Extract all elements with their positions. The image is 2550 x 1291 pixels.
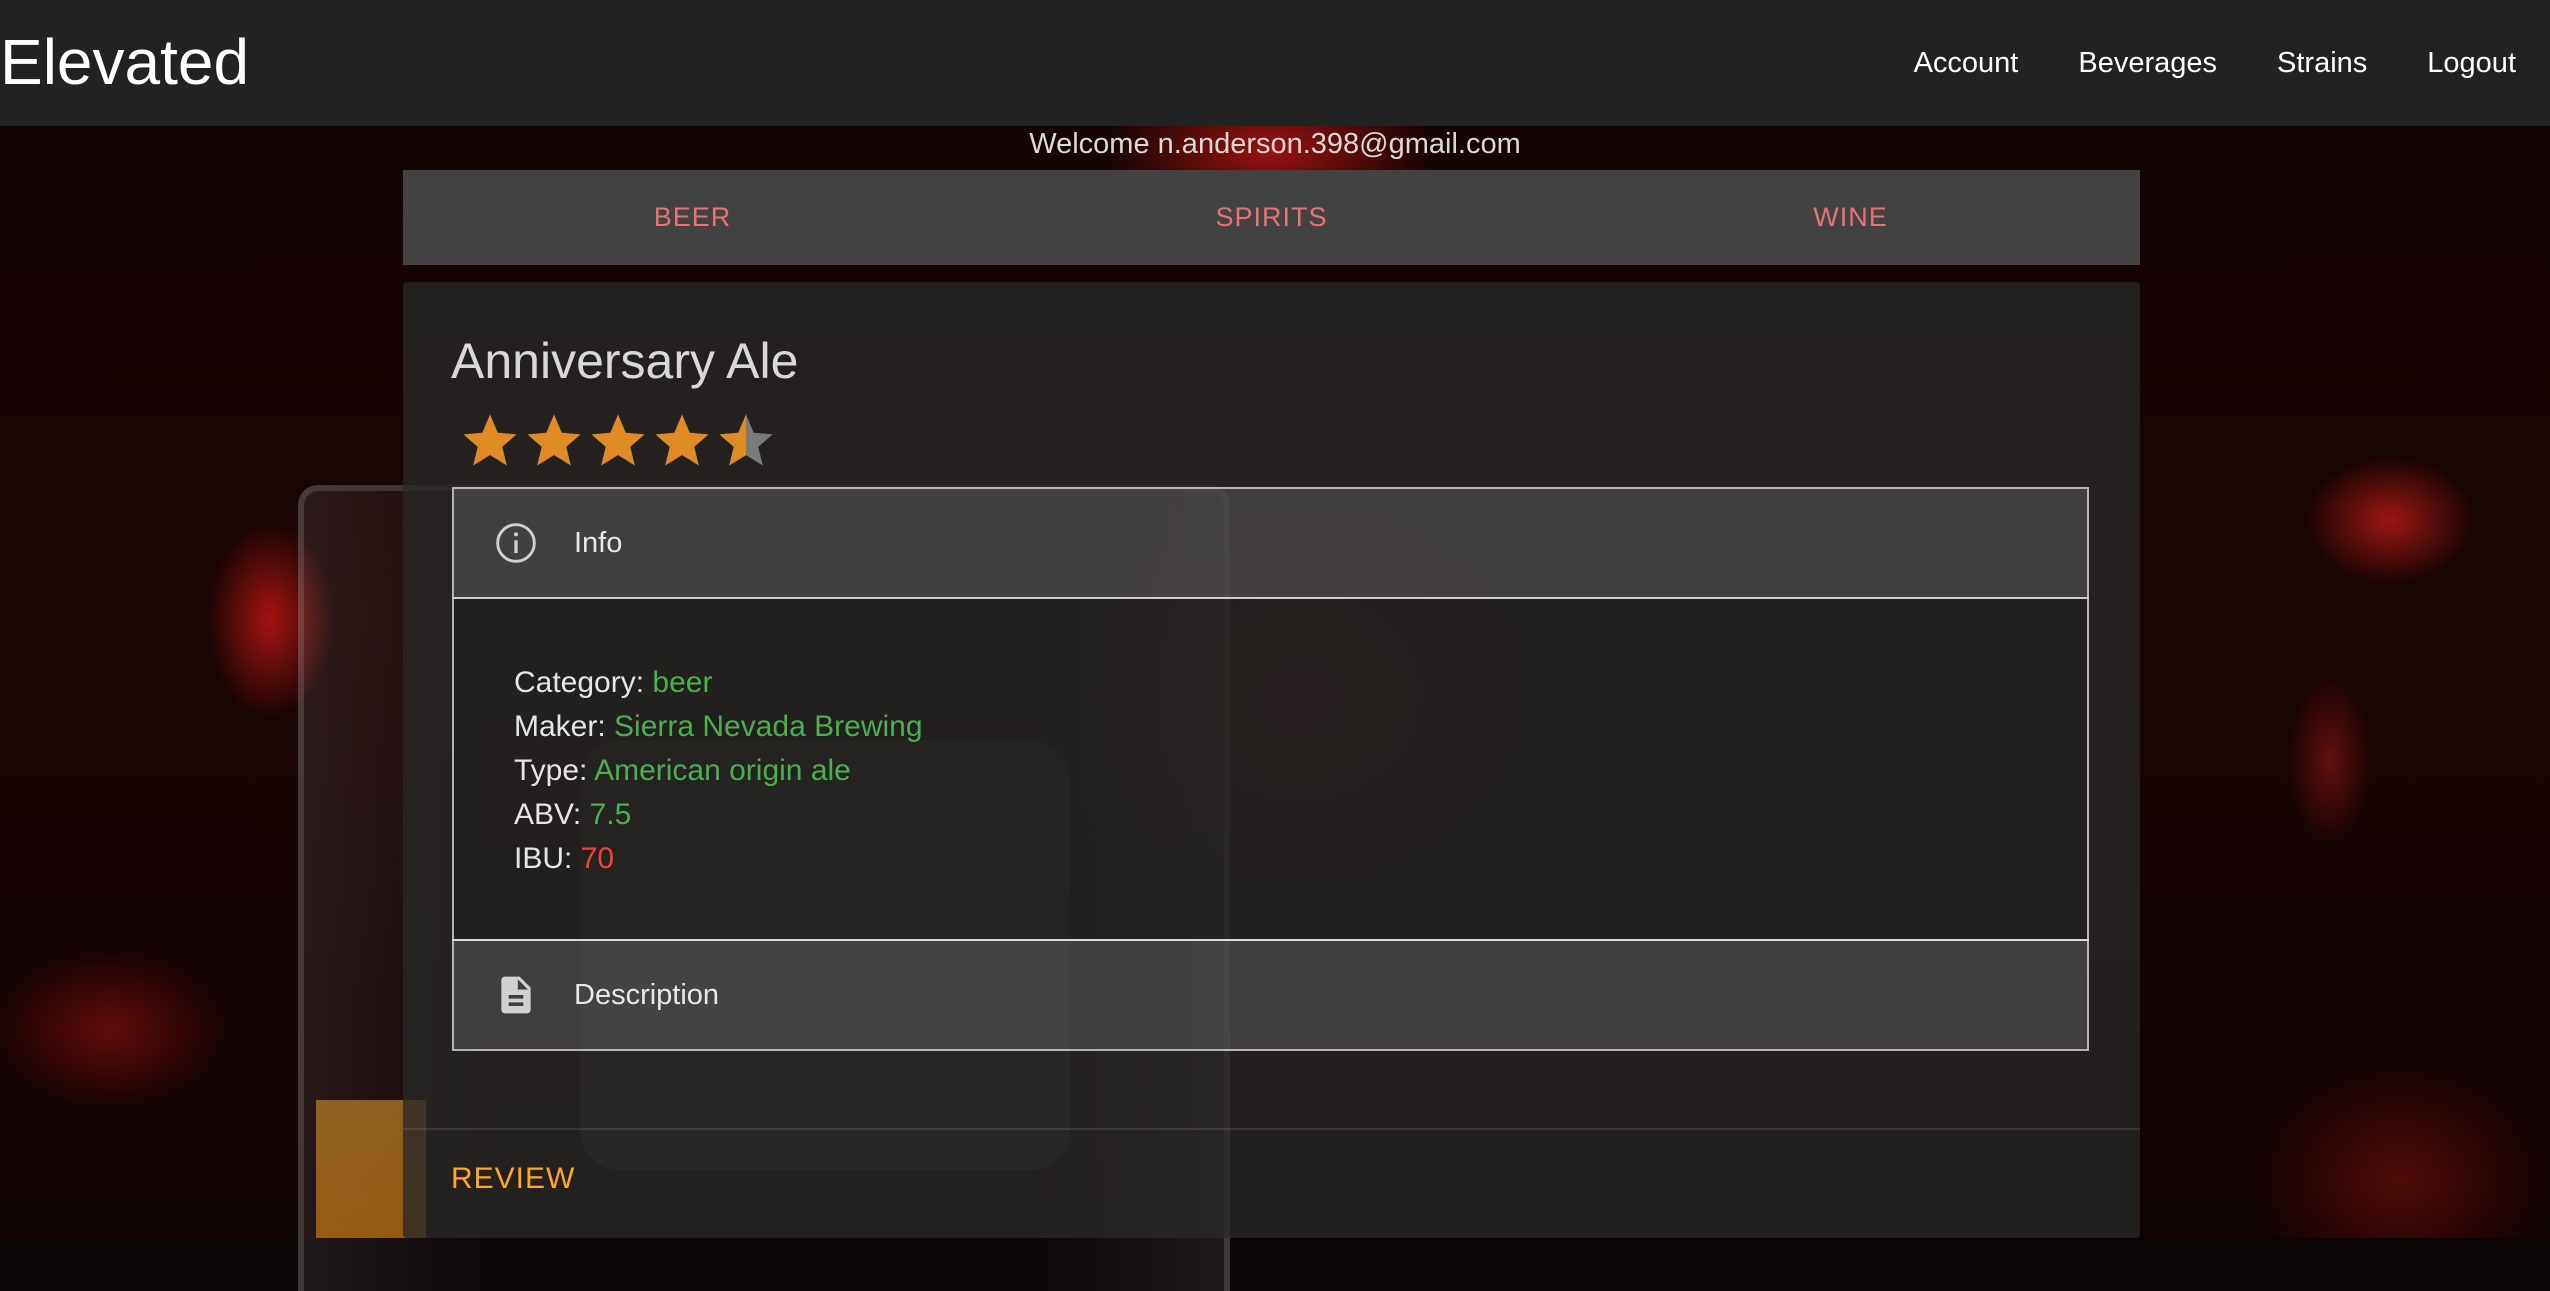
document-icon [501,976,531,1014]
beverage-fields: Category: beer Maker: Sierra Nevada Brew… [514,661,923,881]
field-maker-label: Maker: [514,710,606,743]
star-icon[interactable] [586,409,650,473]
nav-logout[interactable]: Logout [2427,47,2516,80]
card-divider [403,1128,2140,1130]
beverage-card: Anniversary Ale Info Category: beer Make… [403,282,2140,1238]
tab-beer[interactable]: BEER [403,170,982,265]
beverage-title: Anniversary Ale [451,333,799,389]
field-category: Category: beer [514,661,923,705]
star-icon[interactable] [650,409,714,473]
field-abv-label: ABV: [514,798,582,831]
info-icon [496,523,536,563]
star-icon[interactable] [522,409,586,473]
description-label: Description [574,978,720,1011]
field-type-value: American origin ale [594,754,851,787]
field-type: Type: American origin ale [514,749,923,793]
field-maker: Maker: Sierra Nevada Brewing [514,705,923,749]
beverage-tabs: BEER SPIRITS WINE [403,170,2140,265]
welcome-text: Welcome n.anderson.398@gmail.com [1029,128,1521,160]
nav-account[interactable]: Account [1914,47,2019,80]
field-abv: ABV: 7.5 [514,793,923,837]
field-category-value: beer [652,666,713,699]
star-half-icon[interactable] [714,409,778,473]
info-panel-header[interactable]: Info [452,487,2089,599]
field-category-label: Category: [514,666,645,699]
nav-beverages[interactable]: Beverages [2078,47,2217,80]
star-icon[interactable] [458,409,522,473]
info-label: Info [574,526,623,559]
brand-logo[interactable]: Elevated [0,22,249,102]
main-nav: Account Beverages Strains Logout [1854,0,2516,126]
nav-strains[interactable]: Strains [2277,47,2367,80]
description-panel-header[interactable]: Description [452,939,2089,1051]
review-button[interactable]: REVIEW [451,1162,575,1196]
field-ibu-value: 70 [580,842,615,875]
welcome-message: Welcome n.anderson.398@gmail.com [0,128,2550,161]
field-maker-value: Sierra Nevada Brewing [614,710,923,743]
field-ibu-label: IBU: [514,842,573,875]
star-rating[interactable] [458,409,778,473]
top-navbar: Elevated Account Beverages Strains Logou… [0,0,2550,126]
tab-wine[interactable]: WINE [1561,170,2140,265]
tab-spirits[interactable]: SPIRITS [982,170,1561,265]
field-abv-value: 7.5 [589,798,632,831]
info-panel-body: Category: beer Maker: Sierra Nevada Brew… [452,597,2089,941]
field-type-label: Type: [514,754,588,787]
field-ibu: IBU: 70 [514,837,923,881]
